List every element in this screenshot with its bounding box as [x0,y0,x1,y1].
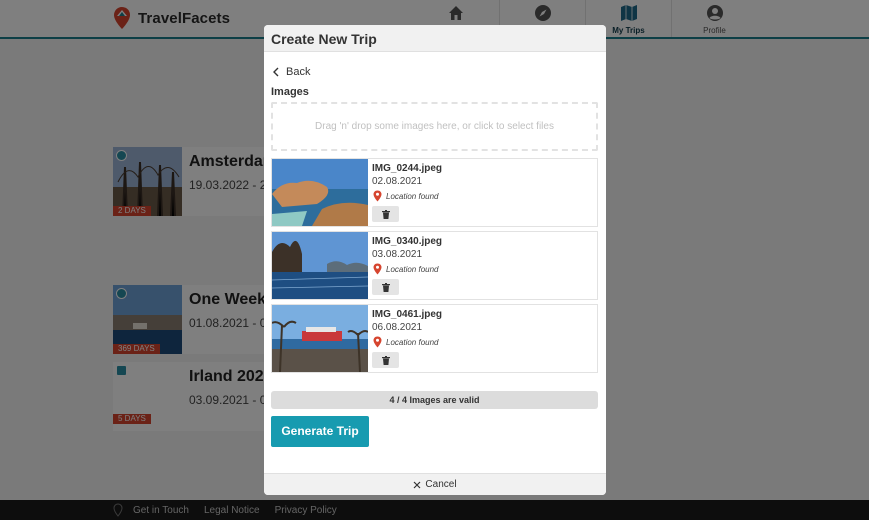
location-pin-icon [373,190,382,202]
image-card: IMG_0340.jpeg 03.08.2021 Location found [271,231,598,300]
dialog-title: Create New Trip [264,25,606,52]
image-card: IMG_0244.jpeg 02.08.2021 Location found [271,158,598,227]
image-location-status: Location found [373,336,439,348]
image-filename: IMG_0340.jpeg [372,236,443,247]
image-filename: IMG_0244.jpeg [372,163,443,174]
image-thumbnail [272,159,368,226]
image-filename: IMG_0461.jpeg [372,309,443,320]
back-button[interactable]: Back [272,66,310,78]
location-text: Location found [386,337,439,347]
dropzone-text: Drag 'n' drop some images here, or click… [315,121,554,132]
trash-icon [381,282,390,292]
image-card: IMG_0461.jpeg 06.08.2021 Location found [271,304,598,373]
image-date: 02.08.2021 [372,176,423,187]
close-icon [413,481,421,488]
location-text: Location found [386,191,439,201]
create-trip-dialog: Create New Trip Back Images Drag 'n' dro… [264,25,606,495]
image-list[interactable]: IMG_0244.jpeg 02.08.2021 Location found [271,158,598,375]
location-pin-icon [373,336,382,348]
image-date: 06.08.2021 [372,322,423,333]
trash-icon [381,355,390,365]
delete-image-button[interactable] [372,279,399,295]
image-thumbnail [272,305,368,372]
back-label: Back [286,66,311,78]
image-dropzone[interactable]: Drag 'n' drop some images here, or click… [271,102,598,151]
generate-trip-button[interactable]: Generate Trip [271,416,369,447]
validation-status-bar: 4 / 4 Images are valid [271,391,598,409]
location-pin-icon [373,263,382,275]
location-text: Location found [386,264,439,274]
image-thumbnail [272,232,368,299]
cancel-label: Cancel [425,479,457,490]
images-section-label: Images [271,86,309,98]
image-date: 03.08.2021 [372,249,423,260]
image-location-status: Location found [373,263,439,275]
image-location-status: Location found [373,190,439,202]
chevron-left-icon [273,67,279,77]
cancel-button[interactable]: Cancel [264,473,606,495]
trash-icon [381,209,390,219]
delete-image-button[interactable] [372,206,399,222]
delete-image-button[interactable] [372,352,399,368]
